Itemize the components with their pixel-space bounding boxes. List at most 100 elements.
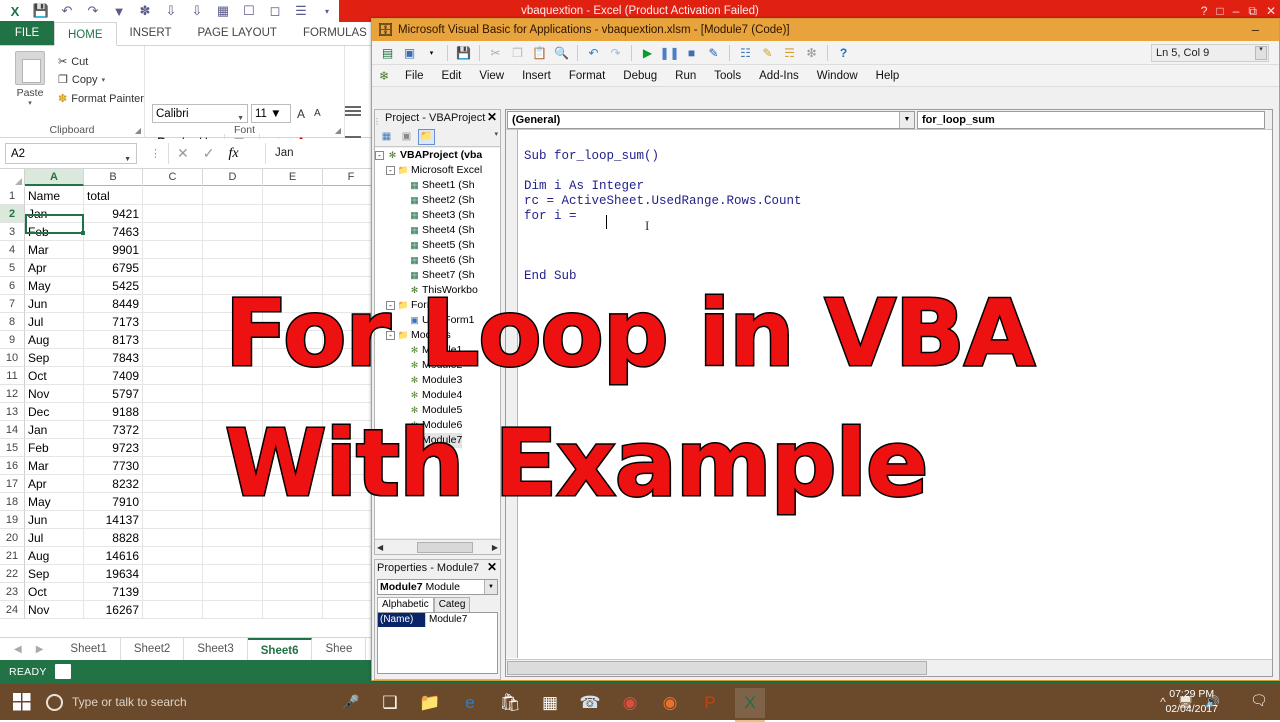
tab-alphabetic[interactable]: Alphabetic — [377, 597, 434, 612]
cell-C5[interactable] — [143, 259, 203, 277]
cell-E4[interactable] — [263, 241, 323, 259]
help-icon[interactable]: ? — [1201, 4, 1208, 18]
cell-B5[interactable]: 6795 — [84, 259, 143, 277]
align-icon[interactable] — [345, 136, 361, 138]
cell-C21[interactable] — [143, 547, 203, 565]
font-dialog-launcher-icon[interactable]: ◢ — [335, 126, 341, 135]
redo-icon[interactable]: ↷ — [606, 43, 625, 62]
copy-dropdown-arrow[interactable]: ▾ — [102, 76, 106, 84]
project-tree-node-sheet1--sh[interactable]: ▦ Sheet1 (Sh — [375, 178, 500, 193]
cell-B1[interactable]: total — [84, 187, 143, 205]
object-browser-icon[interactable]: ☴ — [780, 43, 799, 62]
microphone-icon[interactable]: 🎤 — [342, 694, 359, 711]
row-header-18[interactable]: 18 — [0, 493, 25, 511]
minimize-icon[interactable]: – — [1233, 4, 1240, 18]
row-header-6[interactable]: 6 — [0, 277, 25, 295]
cell-B21[interactable]: 14616 — [84, 547, 143, 565]
sheet-tab-shee[interactable]: Shee — [312, 637, 367, 661]
cell-C23[interactable] — [143, 583, 203, 601]
cell-C1[interactable] — [143, 187, 203, 205]
row-header-1[interactable]: 1 — [0, 187, 25, 205]
properties-tabs[interactable]: Alphabetic Categ — [377, 597, 498, 612]
menu-edit[interactable]: Edit — [433, 65, 471, 87]
cell-A3[interactable]: Feb — [25, 223, 84, 241]
cell-A12[interactable]: Nov — [25, 385, 84, 403]
cut-button[interactable]: ✂ Cut — [58, 55, 88, 69]
cell-E5[interactable] — [263, 259, 323, 277]
project-explorer-toolbar[interactable]: ▦ ▣ 📁 ▾ — [375, 127, 500, 147]
cell-A6[interactable]: May — [25, 277, 84, 295]
cell-D24[interactable] — [203, 601, 263, 619]
paste-dropdown-arrow[interactable]: ▾ — [8, 99, 52, 107]
cell-E23[interactable] — [263, 583, 323, 601]
cell-A7[interactable]: Jun — [25, 295, 84, 313]
design-mode-icon[interactable]: ✎ — [704, 43, 723, 62]
cell-A10[interactable]: Sep — [25, 349, 84, 367]
cell-C14[interactable] — [143, 421, 203, 439]
cell-B9[interactable]: 8173 — [84, 331, 143, 349]
project-tree-node-sheet5--sh[interactable]: ▦ Sheet5 (Sh — [375, 238, 500, 253]
sheet-tab-sheet1[interactable]: Sheet1 — [57, 637, 121, 661]
cell-B8[interactable]: 7173 — [84, 313, 143, 331]
code-hscrollbar[interactable] — [506, 659, 1272, 676]
cell-B20[interactable]: 8828 — [84, 529, 143, 547]
view-code-icon[interactable]: ▦ — [378, 129, 395, 145]
break-icon[interactable]: ❚❚ — [659, 43, 679, 62]
cell-C10[interactable] — [143, 349, 203, 367]
cell-A16[interactable]: Mar — [25, 457, 84, 475]
taskbar-clock[interactable]: 07:29 PM 02/04/2017 — [1165, 687, 1218, 717]
cell-C24[interactable] — [143, 601, 203, 619]
ribbon-tab-page-layout[interactable]: PAGE LAYOUT — [184, 21, 289, 45]
row-header-11[interactable]: 11 — [0, 367, 25, 385]
insert-userform-icon[interactable]: ▣ — [400, 43, 419, 62]
align-icon[interactable] — [345, 106, 361, 108]
windows-start-icon[interactable] — [8, 690, 36, 714]
menu-run[interactable]: Run — [666, 65, 705, 87]
menu-file[interactable]: File — [396, 65, 433, 87]
spinner-icon[interactable]: ▾ — [1255, 46, 1267, 60]
cell-C2[interactable] — [143, 205, 203, 223]
properties-grid[interactable]: (Name) Module7 — [377, 612, 498, 674]
row-header-20[interactable]: 20 — [0, 529, 25, 547]
cell-C9[interactable] — [143, 331, 203, 349]
view-excel-icon[interactable]: ▤ — [378, 43, 397, 62]
cell-E21[interactable] — [263, 547, 323, 565]
name-box[interactable]: A2 ▼ — [5, 143, 137, 164]
excel-icon[interactable]: X — [735, 688, 765, 722]
column-header-a[interactable]: A — [25, 169, 84, 186]
menu-window[interactable]: Window — [808, 65, 867, 87]
scrollbar-thumb[interactable] — [507, 661, 927, 675]
cell-C19[interactable] — [143, 511, 203, 529]
cell-C17[interactable] — [143, 475, 203, 493]
cancel-icon[interactable]: ✕ — [177, 145, 189, 162]
row-header-3[interactable]: 3 — [0, 223, 25, 241]
menu-insert[interactable]: Insert — [513, 65, 560, 87]
property-value[interactable]: Module7 — [425, 613, 497, 627]
scroll-right-icon[interactable]: ▶ — [492, 543, 500, 552]
toolbar-overflow-icon[interactable]: ▾ — [494, 130, 498, 138]
copy-icon[interactable]: ❐ — [508, 43, 527, 62]
cell-A21[interactable]: Aug — [25, 547, 84, 565]
project-tree-node-sheet3--sh[interactable]: ▦ Sheet3 (Sh — [375, 208, 500, 223]
save-icon[interactable]: 💾 — [454, 43, 473, 62]
row-header-9[interactable]: 9 — [0, 331, 25, 349]
cell-B17[interactable]: 8232 — [84, 475, 143, 493]
cell-A4[interactable]: Mar — [25, 241, 84, 259]
cell-B10[interactable]: 7843 — [84, 349, 143, 367]
row-header-15[interactable]: 15 — [0, 439, 25, 457]
cut-icon[interactable]: ✂ — [486, 43, 505, 62]
row-header-4[interactable]: 4 — [0, 241, 25, 259]
ribbon-options-icon[interactable]: □ — [1216, 4, 1223, 18]
row-header-7[interactable]: 7 — [0, 295, 25, 313]
undo-icon[interactable]: ↶ — [584, 43, 603, 62]
macro-record-icon[interactable] — [55, 664, 71, 679]
cell-D12[interactable] — [203, 385, 263, 403]
cell-B3[interactable]: 7463 — [84, 223, 143, 241]
row-header-2[interactable]: 2 — [0, 205, 25, 223]
reset-icon[interactable]: ■ — [682, 43, 701, 62]
formula-bar-buttons[interactable]: ✕ ✓ fx — [168, 143, 247, 164]
cell-C11[interactable] — [143, 367, 203, 385]
cell-B7[interactable]: 8449 — [84, 295, 143, 313]
cell-B2[interactable]: 9421 — [84, 205, 143, 223]
menu-help[interactable]: Help — [867, 65, 909, 87]
